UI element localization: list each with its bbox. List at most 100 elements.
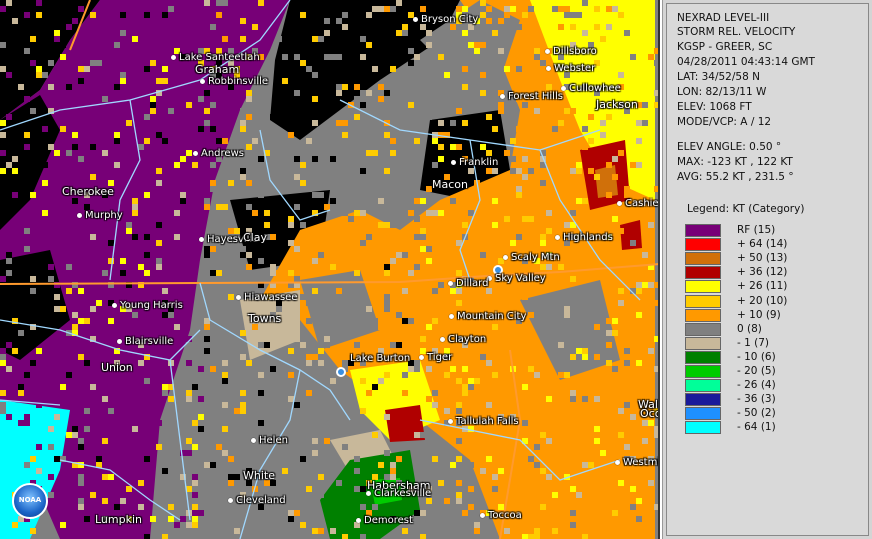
radar-cell xyxy=(492,168,498,174)
radar-cell xyxy=(36,444,42,450)
radar-cell xyxy=(228,294,234,300)
radar-cell xyxy=(570,210,576,216)
radar-cell xyxy=(354,324,360,330)
radar-cell xyxy=(144,534,150,539)
radar-cell xyxy=(456,438,462,444)
radar-cell xyxy=(600,132,606,138)
radar-cell xyxy=(438,282,444,288)
radar-cell xyxy=(150,138,156,144)
radar-cell xyxy=(360,240,366,246)
radar-cell xyxy=(204,252,210,258)
place-label: Hiawassee xyxy=(236,292,297,303)
radar-cell xyxy=(360,168,366,174)
radar-cell xyxy=(60,306,66,312)
radar-cell xyxy=(384,300,390,306)
radar-cell xyxy=(18,84,24,90)
radar-cell xyxy=(204,120,210,126)
radar-cell xyxy=(24,228,30,234)
legend-item: + 10 (9) xyxy=(685,308,865,323)
radar-cell xyxy=(618,150,624,156)
town-dot-icon xyxy=(440,336,445,342)
radar-cell xyxy=(462,222,468,228)
radar-cell xyxy=(300,456,306,462)
radar-cell xyxy=(600,516,606,522)
radar-cell xyxy=(456,240,462,246)
radar-cell xyxy=(222,432,228,438)
radar-cell xyxy=(600,48,606,54)
radar-cell xyxy=(84,516,90,522)
radar-cell xyxy=(294,90,300,96)
radar-cell xyxy=(480,354,486,360)
radar-cell xyxy=(540,186,546,192)
radar-cell xyxy=(66,246,72,252)
radar-cell xyxy=(456,144,462,150)
radar-cell xyxy=(414,234,420,240)
radar-cell xyxy=(162,534,168,539)
radar-cell xyxy=(120,18,126,24)
radar-cell xyxy=(564,12,570,18)
radar-cell xyxy=(408,312,414,318)
radar-cell xyxy=(270,366,276,372)
radar-cell xyxy=(330,198,336,204)
radar-cell xyxy=(360,90,366,96)
radar-cell xyxy=(612,6,618,12)
radar-cell xyxy=(594,24,600,30)
radar-cell xyxy=(426,324,432,330)
radar-cell xyxy=(630,162,636,168)
radar-cell xyxy=(258,372,264,378)
radar-cell xyxy=(204,516,210,522)
radar-cell xyxy=(426,42,432,48)
radar-cell xyxy=(594,174,600,180)
radar-cell xyxy=(312,192,318,198)
legend-item: - 10 (6) xyxy=(685,350,865,365)
radar-cell xyxy=(156,264,162,270)
legend-swatch xyxy=(685,280,721,294)
radar-cell xyxy=(162,12,168,18)
radar-cell xyxy=(444,408,450,414)
radar-cell xyxy=(408,210,414,216)
radar-cell xyxy=(420,108,426,114)
radar-cell xyxy=(60,504,66,510)
town-dot-icon xyxy=(112,302,117,308)
radar-cell xyxy=(30,60,36,66)
radar-cell xyxy=(378,222,384,228)
radar-cell xyxy=(486,360,492,366)
radar-cell xyxy=(408,6,414,12)
radar-cell xyxy=(510,18,516,24)
radar-cell xyxy=(126,228,132,234)
radar-cell xyxy=(642,252,648,258)
radar-cell xyxy=(30,360,36,366)
radar-cell xyxy=(354,270,360,276)
radar-cell xyxy=(132,66,138,72)
town-dot-icon xyxy=(546,65,551,71)
radar-cell xyxy=(492,30,498,36)
radar-cell xyxy=(492,480,498,486)
radar-cell xyxy=(432,456,438,462)
radar-cell xyxy=(282,78,288,84)
place-label: Toccoa xyxy=(480,510,522,521)
radar-cell xyxy=(204,486,210,492)
radar-cell xyxy=(60,96,66,102)
place-name: Mountain City xyxy=(457,311,527,322)
radar-cell xyxy=(402,30,408,36)
radar-cell xyxy=(504,12,510,18)
radar-cell xyxy=(0,408,6,414)
radar-cell xyxy=(552,510,558,516)
radar-cell xyxy=(570,480,576,486)
radar-cell xyxy=(612,318,618,324)
radar-cell xyxy=(432,210,438,216)
radar-cell xyxy=(372,150,378,156)
radar-cell xyxy=(330,120,336,126)
radar-cell xyxy=(258,420,264,426)
radar-cell xyxy=(570,486,576,492)
radar-cell xyxy=(294,204,300,210)
place-label: Tiger xyxy=(419,352,452,363)
radar-cell xyxy=(600,36,606,42)
radar-cell xyxy=(426,396,432,402)
radar-cell xyxy=(528,216,534,222)
place-name: White xyxy=(243,469,275,482)
radar-cell xyxy=(456,498,462,504)
radar-cell xyxy=(144,66,150,72)
radar-cell xyxy=(534,372,540,378)
radar-cell xyxy=(186,360,192,366)
